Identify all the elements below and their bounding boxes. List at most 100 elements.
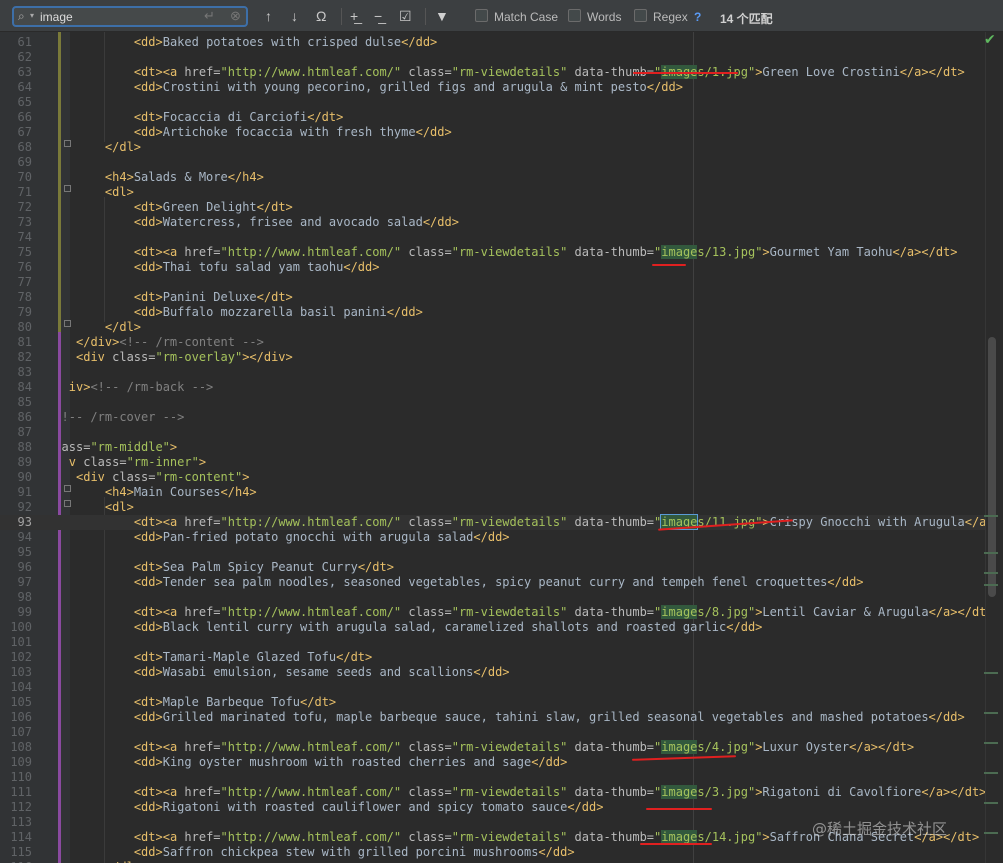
code-line[interactable]: 62 bbox=[0, 50, 1003, 65]
find-all-occurrences-icon[interactable]: Ω bbox=[316, 8, 326, 24]
code-line[interactable]: 94 <dd>Pan-fried potato gnocchi with arug… bbox=[0, 530, 1003, 545]
code-line[interactable]: 109 <dd>King oyster mushroom with roasted… bbox=[0, 755, 1003, 770]
code-token: "http://www.htmleaf.com/" bbox=[220, 785, 402, 799]
line-number: 76 bbox=[17, 260, 32, 274]
code-line[interactable]: 108 <dt><a href="http://www.htmleaf.com/"… bbox=[0, 740, 1003, 755]
filter-icon[interactable]: ▼ bbox=[435, 8, 449, 24]
match-case-label[interactable]: Match Case bbox=[494, 10, 558, 24]
select-all-occurrences-icon[interactable]: ☑ bbox=[399, 8, 412, 24]
code-line[interactable]: 110 bbox=[0, 770, 1003, 785]
regex-label[interactable]: Regex bbox=[653, 10, 688, 24]
add-occurrence-icon[interactable]: +̲ bbox=[350, 8, 358, 24]
code-line[interactable]: 102 <dt>Tamari-Maple Glazed Tofu</dt> bbox=[0, 650, 1003, 665]
code-line[interactable]: 77 bbox=[0, 275, 1003, 290]
code-line[interactable]: 96 <dt>Sea Palm Spicy Peanut Curry</dt> bbox=[0, 560, 1003, 575]
code-line[interactable]: 107 bbox=[0, 725, 1003, 740]
code-line[interactable]: 75 <dt><a href="http://www.htmleaf.com/" … bbox=[0, 245, 1003, 260]
code-line[interactable]: 81 </div><!-- /rm-content --> bbox=[0, 335, 1003, 350]
find-toolbar: ⌕ ▾ ↵ ⊗ ↑ ↓ Ω +̲ −̲ ☑ ▼ Match Case Words… bbox=[0, 0, 1003, 32]
code-line[interactable]: 67 <dd>Artichoke focaccia with fresh thym… bbox=[0, 125, 1003, 140]
code-line[interactable]: 115 <dd>Saffron chickpea stew with grille… bbox=[0, 845, 1003, 860]
remove-occurrence-icon[interactable]: −̲ bbox=[374, 8, 382, 24]
next-occurrence-icon[interactable]: ↓ bbox=[291, 8, 298, 24]
code-line[interactable]: 83 bbox=[0, 365, 1003, 380]
words-label[interactable]: Words bbox=[587, 10, 621, 24]
line-number: 86 bbox=[17, 410, 32, 424]
code-token: <dd> bbox=[133, 305, 163, 319]
code-line[interactable]: 86 !-- /rm-cover --> bbox=[0, 410, 1003, 425]
code-line[interactable]: 78 <dt>Panini Deluxe</dt> bbox=[0, 290, 1003, 305]
search-box[interactable]: ⌕ ▾ ↵ ⊗ bbox=[12, 6, 248, 27]
code-text: <dt><a href="http://www.htmleaf.com/" cl… bbox=[134, 785, 986, 800]
line-number: 81 bbox=[17, 335, 32, 349]
code-line[interactable]: 65 bbox=[0, 95, 1003, 110]
code-token: Panini Deluxe bbox=[162, 290, 257, 304]
code-token: </dd> bbox=[473, 665, 510, 679]
code-token: href= bbox=[184, 740, 221, 754]
code-line[interactable]: 99 <dt><a href="http://www.htmleaf.com/" … bbox=[0, 605, 1003, 620]
code-line[interactable]: 87 bbox=[0, 425, 1003, 440]
scrollbar-thumb[interactable] bbox=[988, 337, 996, 597]
code-token: Black lentil curry with arugula salad, c… bbox=[162, 620, 727, 634]
line-number: 105 bbox=[10, 695, 32, 709]
code-text: <dd>Watercress, frisee and avocado salad… bbox=[134, 215, 459, 230]
code-line[interactable]: 66 <dt>Focaccia di Carciofi</dt> bbox=[0, 110, 1003, 125]
fold-marker-icon[interactable] bbox=[64, 140, 71, 147]
search-input[interactable] bbox=[40, 9, 190, 25]
code-line[interactable]: 104 bbox=[0, 680, 1003, 695]
code-line[interactable]: 93 <dt><a href="http://www.htmleaf.com/" … bbox=[0, 514, 1003, 530]
words-checkbox[interactable] bbox=[568, 9, 581, 22]
code-line[interactable]: 80 </dl> bbox=[0, 320, 1003, 335]
code-line[interactable]: 91 <h4>Main Courses</h4> bbox=[0, 485, 1003, 500]
code-line[interactable]: 101 bbox=[0, 635, 1003, 650]
code-line[interactable]: 92 <dl> bbox=[0, 500, 1003, 515]
code-token: <!-- /rm-back --> bbox=[90, 380, 214, 394]
search-icon[interactable]: ⌕ bbox=[18, 9, 25, 24]
code-line[interactable]: 103 <dd>Wasabi emulsion, sesame seeds and… bbox=[0, 665, 1003, 680]
code-line[interactable]: 89 v class="rm-inner"> bbox=[0, 455, 1003, 470]
fold-marker-icon[interactable] bbox=[64, 485, 71, 492]
fold-marker-icon[interactable] bbox=[64, 185, 71, 192]
code-line[interactable]: 82 <div class="rm-overlay"></div> bbox=[0, 350, 1003, 365]
code-token: href= bbox=[184, 830, 221, 844]
code-line[interactable]: 90 <div class="rm-content"> bbox=[0, 470, 1003, 485]
code-line[interactable]: 79 <dd>Buffalo mozzarella basil panini</d… bbox=[0, 305, 1003, 320]
regex-help-icon[interactable]: ? bbox=[694, 10, 701, 24]
code-text: </dl> bbox=[105, 320, 141, 335]
regex-checkbox[interactable] bbox=[634, 9, 647, 22]
code-line[interactable]: 68 </dl> bbox=[0, 140, 1003, 155]
fold-marker-icon[interactable] bbox=[64, 320, 71, 327]
code-line[interactable]: 64 <dd>Crostini with young pecorino, gril… bbox=[0, 80, 1003, 95]
code-line[interactable]: 73 <dd>Watercress, frisee and avocado sal… bbox=[0, 215, 1003, 230]
code-line[interactable]: 100 <dd>Black lentil curry with arugula s… bbox=[0, 620, 1003, 635]
code-line[interactable]: 95 bbox=[0, 545, 1003, 560]
code-line[interactable]: 106 <dd>Grilled marinated tofu, maple bar… bbox=[0, 710, 1003, 725]
code-line[interactable]: 98 bbox=[0, 590, 1003, 605]
previous-occurrence-icon[interactable]: ↑ bbox=[265, 8, 272, 24]
code-line[interactable]: 88 ass="rm-middle"> bbox=[0, 440, 1003, 455]
line-number: 72 bbox=[17, 200, 32, 214]
code-line[interactable]: 97 <dd>Tender sea palm noodles, seasoned … bbox=[0, 575, 1003, 590]
code-line[interactable]: 61 <dd>Baked potatoes with crisped dulse<… bbox=[0, 35, 1003, 50]
code-line[interactable]: 84 iv><!-- /rm-back --> bbox=[0, 380, 1003, 395]
code-line[interactable]: 63 <dt><a href="http://www.htmleaf.com/" … bbox=[0, 65, 1003, 80]
code-line[interactable]: 69 bbox=[0, 155, 1003, 170]
code-line[interactable]: 72 <dt>Green Delight</dt> bbox=[0, 200, 1003, 215]
fold-marker-icon[interactable] bbox=[64, 500, 71, 507]
code-token: Maple Barbeque Tofu bbox=[162, 695, 301, 709]
code-line[interactable]: 111 <dt><a href="http://www.htmleaf.com/"… bbox=[0, 785, 1003, 800]
code-line[interactable]: 85 bbox=[0, 395, 1003, 410]
inspection-ok-icon[interactable]: ✔ bbox=[984, 32, 996, 48]
code-editor[interactable]: 61 <dd>Baked potatoes with crisped dulse<… bbox=[0, 32, 1003, 863]
code-line[interactable]: 70 <h4>Salads & More</h4> bbox=[0, 170, 1003, 185]
code-line[interactable]: 74 bbox=[0, 230, 1003, 245]
code-token: </dl> bbox=[104, 140, 142, 154]
code-line[interactable]: 76 <dd>Thai tofu salad yam taohu</dd> bbox=[0, 260, 1003, 275]
search-history-chevron-icon[interactable]: ▾ bbox=[30, 11, 34, 20]
code-line[interactable]: 71 <dl> bbox=[0, 185, 1003, 200]
match-case-checkbox[interactable] bbox=[475, 9, 488, 22]
code-line[interactable]: 112 <dd>Rigatoni with roasted cauliflower… bbox=[0, 800, 1003, 815]
clear-search-icon[interactable]: ⊗ bbox=[230, 8, 241, 24]
enter-icon[interactable]: ↵ bbox=[204, 8, 215, 24]
code-line[interactable]: 105 <dt>Maple Barbeque Tofu</dt> bbox=[0, 695, 1003, 710]
